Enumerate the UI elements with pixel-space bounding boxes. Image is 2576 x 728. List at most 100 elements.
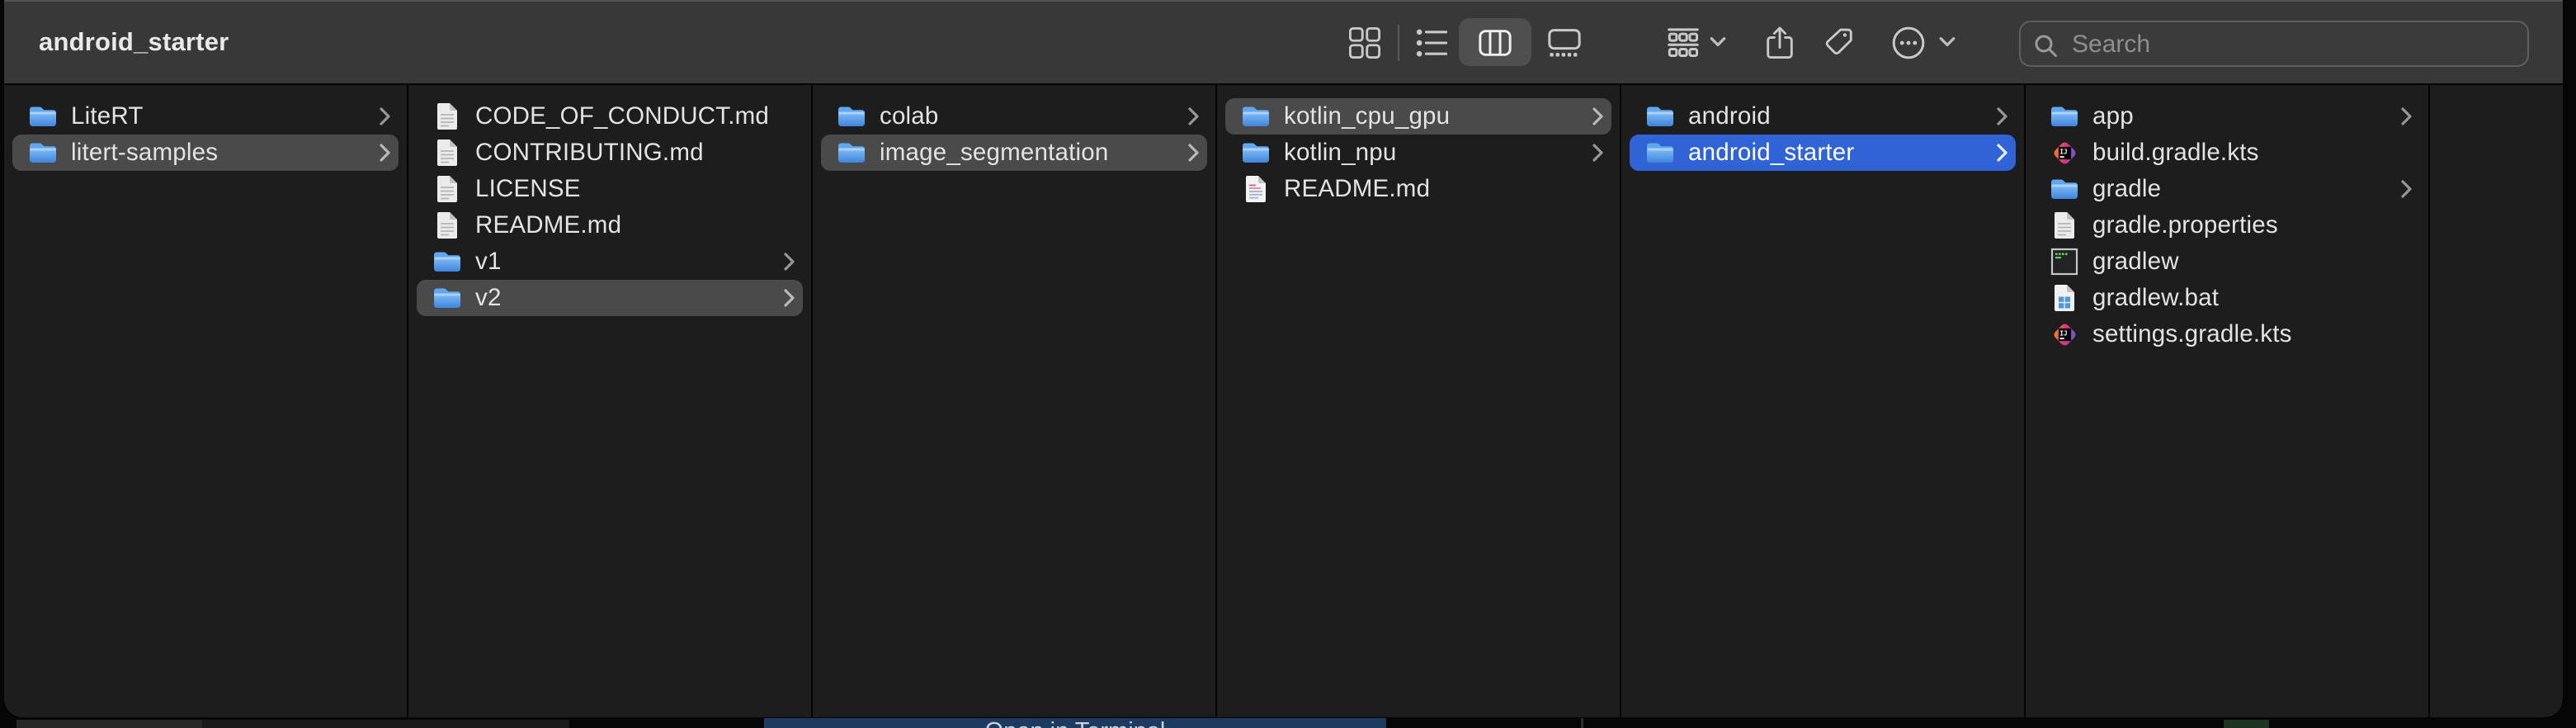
desktop-screen: android_starter (0, 0, 2576, 728)
file-row-v2[interactable]: v2 (417, 280, 803, 316)
file-name-label: README.md (475, 211, 803, 239)
chevron-right-icon (1187, 142, 1201, 163)
intellij-gradle-kts-icon: IJ (2047, 318, 2082, 351)
file-name-label: v1 (475, 248, 782, 276)
file-name-label: android (1688, 102, 1995, 130)
background-window-fragment (1581, 718, 1583, 728)
list-view-button[interactable] (1407, 18, 1456, 68)
file-row-v1[interactable]: v1 (417, 243, 803, 280)
chevron-right-icon (1591, 142, 1605, 163)
columns-icon (1477, 25, 1513, 61)
search-input[interactable] (2070, 22, 2519, 67)
finder-column-6: app IJ build.gradle.kts gradle gradle.pr… (2026, 85, 2430, 717)
chevron-right-icon (1591, 106, 1605, 127)
document-icon (430, 100, 465, 133)
file-row-kotlin-cpu-gpu[interactable]: kotlin_cpu_gpu (1225, 98, 1611, 135)
file-name-label: gradle.properties (2092, 211, 2420, 239)
file-name-label: settings.gradle.kts (2092, 320, 2420, 348)
list-icon (1413, 25, 1450, 61)
chevron-right-icon (2399, 178, 2413, 200)
file-row-app[interactable]: app (2034, 98, 2420, 135)
file-row-litert-samples[interactable]: litert-samples (12, 135, 399, 171)
file-row-image-segmentation[interactable]: image_segmentation (821, 135, 1207, 171)
finder-columns: LiteRT litert-samples CODE_OF_CONDUCT.md… (4, 85, 2563, 717)
file-row-readme-md[interactable]: README.md (1225, 171, 1611, 207)
folder-icon (26, 136, 60, 169)
finder-column-2: CODE_OF_CONDUCT.md CONTRIBUTING.md LICEN… (408, 85, 813, 717)
folder-icon (430, 281, 465, 314)
background-window-fragment (2224, 720, 2269, 728)
document-icon (2047, 209, 2082, 242)
file-row-gradle[interactable]: gradle (2034, 171, 2420, 207)
background-window-fragment (17, 720, 202, 728)
file-row-gradlew-bat[interactable]: gradlew.bat (2034, 280, 2420, 316)
file-name-label: gradle (2092, 175, 2399, 203)
folder-icon (1238, 100, 1273, 133)
file-name-label: colab (880, 102, 1187, 130)
file-row-colab[interactable]: colab (821, 98, 1207, 135)
chevron-right-icon (782, 251, 796, 272)
file-name-label: LICENSE (475, 175, 803, 203)
file-name-label: gradlew (2092, 248, 2420, 276)
chevron-right-icon (1995, 106, 2009, 127)
document-icon (430, 173, 465, 206)
file-row-contributing-md[interactable]: CONTRIBUTING.md (417, 135, 803, 171)
intellij-gradle-kts-icon: IJ (2047, 136, 2082, 169)
folder-icon (1238, 136, 1273, 169)
group-by-button[interactable] (1658, 18, 1708, 68)
finder-column-7 (2430, 85, 2563, 717)
tags-button[interactable] (1814, 18, 1864, 68)
chevron-right-icon (1187, 106, 1201, 127)
file-row-gradle-properties[interactable]: gradle.properties (2034, 207, 2420, 243)
svg-text:IJ: IJ (2059, 329, 2067, 337)
file-row-gradlew[interactable]: gradlew (2034, 243, 2420, 280)
folder-icon (2047, 100, 2082, 133)
file-row-kotlin-npu[interactable]: kotlin_npu (1225, 135, 1611, 171)
file-row-build-gradle-kts[interactable]: IJ build.gradle.kts (2034, 135, 2420, 171)
finder-column-1: LiteRT litert-samples (4, 85, 408, 717)
finder-column-3: colab image_segmentation (813, 85, 1217, 717)
finder-column-5: android android_starter (1621, 85, 2026, 717)
toolbar-divider (1398, 25, 1399, 61)
folder-icon (1643, 100, 1677, 133)
window-titlebar: android_starter (4, 0, 2563, 85)
chevron-right-icon (378, 106, 392, 127)
file-name-label: gradlew.bat (2092, 284, 2420, 312)
background-window-fragment (202, 720, 569, 728)
file-name-label: kotlin_cpu_gpu (1284, 102, 1591, 130)
share-button[interactable] (1755, 18, 1805, 68)
grid-icon (1347, 25, 1383, 61)
column-view-button[interactable] (1470, 18, 1520, 68)
icon-view-button[interactable] (1340, 18, 1389, 68)
folder-icon (2047, 173, 2082, 206)
terminal-script-icon (2047, 245, 2082, 278)
file-name-label: v2 (475, 284, 782, 312)
file-row-litert[interactable]: LiteRT (12, 98, 399, 135)
windows-bat-file-icon (2047, 281, 2082, 314)
group-by-chevron-down-icon (1709, 35, 1727, 52)
file-name-label: app (2092, 102, 2399, 130)
file-name-label: CONTRIBUTING.md (475, 139, 803, 167)
background-windows-strip: Open in Terminal (0, 717, 2576, 728)
file-row-android[interactable]: android (1630, 98, 2016, 135)
more-actions-chevron-down-icon (1938, 35, 1956, 52)
file-name-label: kotlin_npu (1284, 139, 1591, 167)
folder-icon (834, 100, 869, 133)
file-row-code-of-conduct-md[interactable]: CODE_OF_CONDUCT.md (417, 98, 803, 135)
finder-column-4: kotlin_cpu_gpu kotlin_npu README.md (1217, 85, 1621, 717)
group-icon (1664, 24, 1702, 62)
file-name-label: README.md (1284, 175, 1611, 203)
more-actions-button[interactable] (1884, 18, 1933, 68)
file-row-android-starter[interactable]: android_starter (1630, 135, 2016, 171)
gallery-view-button[interactable] (1540, 18, 1589, 68)
open-in-terminal-button-fragment[interactable]: Open in Terminal (764, 718, 1386, 728)
markdown-document-icon (1238, 173, 1273, 206)
file-row-settings-gradle-kts[interactable]: IJ settings.gradle.kts (2034, 316, 2420, 352)
folder-icon (834, 136, 869, 169)
ellipsis-circle-icon (1890, 24, 1927, 62)
file-row-readme-md[interactable]: README.md (417, 207, 803, 243)
file-row-license[interactable]: LICENSE (417, 171, 803, 207)
document-icon (430, 209, 465, 242)
finder-window: android_starter (4, 0, 2563, 717)
file-name-label: android_starter (1688, 139, 1995, 167)
